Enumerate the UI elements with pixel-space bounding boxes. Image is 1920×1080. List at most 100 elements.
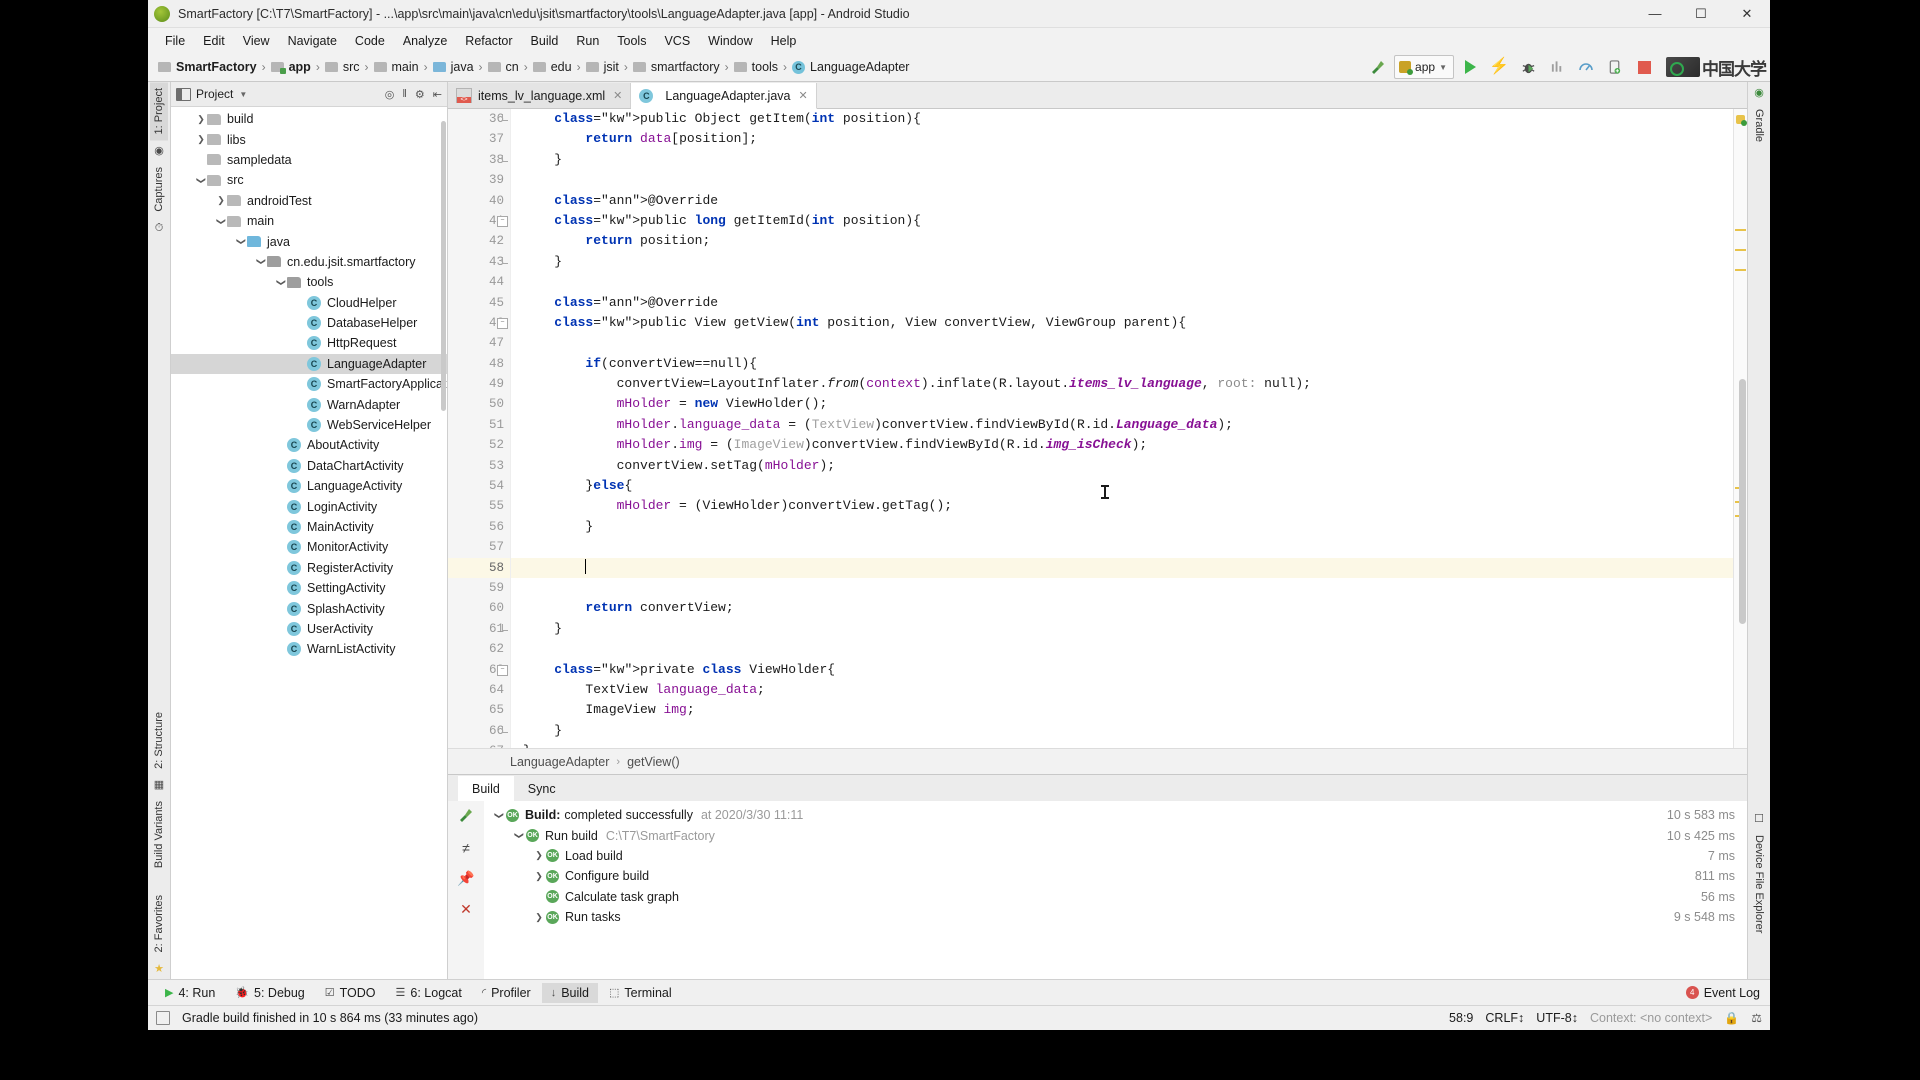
menu-item-tools[interactable]: Tools bbox=[608, 31, 655, 51]
tree-item[interactable]: androidTest bbox=[171, 191, 447, 211]
run-configuration-selector[interactable]: app ▼ bbox=[1394, 55, 1454, 79]
sidebar-item-gradle[interactable]: Gradle bbox=[1750, 103, 1768, 148]
breadcrumb-item-java[interactable]: java bbox=[432, 60, 474, 74]
tree-item[interactable]: C MainActivity bbox=[171, 517, 447, 537]
build-output-row[interactable]: OK Run tasks 9 s 548 ms bbox=[484, 907, 1747, 927]
stop-icon[interactable] bbox=[1631, 56, 1657, 78]
tree-item[interactable]: C DatabaseHelper bbox=[171, 313, 447, 333]
close-icon[interactable]: ✕ bbox=[460, 901, 472, 918]
tree-item[interactable]: C CloudHelper bbox=[171, 293, 447, 313]
tree-item[interactable]: C RegisterActivity bbox=[171, 558, 447, 578]
event-log-button[interactable]: 4 Event Log bbox=[1685, 986, 1770, 1000]
menu-item-analyze[interactable]: Analyze bbox=[394, 31, 456, 51]
tool-window-button-terminal[interactable]: ⬚ Terminal bbox=[600, 983, 681, 1003]
hammer-icon[interactable] bbox=[1365, 56, 1391, 78]
hide-icon[interactable]: ⇤ bbox=[433, 88, 442, 101]
menu-item-vcs[interactable]: VCS bbox=[655, 31, 699, 51]
target-icon[interactable]: ◎ bbox=[385, 88, 395, 101]
line-number-gutter[interactable]: 3637383940414243444546474849505152535455… bbox=[448, 109, 530, 748]
breadcrumb-item-languageadapter[interactable]: C LanguageAdapter bbox=[792, 60, 909, 74]
code-text-area[interactable]: class="kw">public Object getItem(int pos… bbox=[511, 109, 1733, 748]
tool-window-button-todo[interactable]: ☑ TODO bbox=[316, 983, 385, 1003]
inspector-icon[interactable]: ⚖ bbox=[1751, 1011, 1762, 1025]
fold-marker-start[interactable]: − bbox=[497, 318, 508, 329]
tree-item[interactable]: C SmartFactoryApplicatio bbox=[171, 374, 447, 394]
breadcrumb-item-smartfactory[interactable]: smartfactory bbox=[632, 60, 720, 74]
tree-item[interactable]: C UserActivity bbox=[171, 619, 447, 639]
tree-item[interactable]: src bbox=[171, 170, 447, 190]
profiler-icon[interactable] bbox=[1573, 56, 1599, 78]
menu-item-file[interactable]: File bbox=[156, 31, 194, 51]
tree-item[interactable]: tools bbox=[171, 272, 447, 292]
tool-window-button-logcat[interactable]: ☰ 6: Logcat bbox=[387, 983, 471, 1003]
editor-tab-xml[interactable]: items_lv_language.xml ✕ bbox=[448, 83, 632, 108]
breadcrumb-item-smartfactory[interactable]: SmartFactory bbox=[158, 60, 257, 74]
chevron-down-icon[interactable] bbox=[492, 810, 506, 821]
menu-item-refactor[interactable]: Refactor bbox=[456, 31, 521, 51]
pin-icon[interactable]: 📌 bbox=[457, 870, 474, 887]
editor-breadcrumb-item[interactable]: getView() bbox=[627, 755, 680, 769]
tool-window-button-debug[interactable]: 🐞 5: Debug bbox=[226, 983, 313, 1003]
sidebar-item-device-file-explorer[interactable]: Device File Explorer bbox=[1750, 829, 1768, 939]
breadcrumb-item-jsit[interactable]: jsit bbox=[585, 60, 619, 74]
build-output-row[interactable]: OK Build:completed successfully at 2020/3/… bbox=[484, 805, 1747, 825]
chevron-down-icon[interactable] bbox=[235, 236, 247, 247]
profiler-bars-icon[interactable] bbox=[1544, 56, 1570, 78]
menu-item-view[interactable]: View bbox=[234, 31, 279, 51]
build-output-tree[interactable]: OK Build:completed successfully at 2020/3/… bbox=[484, 801, 1747, 979]
hammer-icon[interactable] bbox=[458, 807, 474, 826]
project-scrollbar[interactable] bbox=[441, 121, 446, 411]
menu-item-edit[interactable]: Edit bbox=[194, 31, 234, 51]
chevron-down-icon[interactable] bbox=[255, 256, 267, 267]
fold-marker-end[interactable] bbox=[502, 726, 508, 733]
tree-item[interactable]: C SettingActivity bbox=[171, 578, 447, 598]
device-manager-icon[interactable] bbox=[1602, 56, 1628, 78]
collapse-all-icon[interactable]: ‖ bbox=[402, 88, 407, 100]
tree-item[interactable]: C DataChartActivity bbox=[171, 456, 447, 476]
tree-item[interactable]: cn.edu.jsit.smartfactory bbox=[171, 252, 447, 272]
chevron-down-icon[interactable]: ▼ bbox=[239, 90, 247, 99]
close-tab-icon[interactable]: ✕ bbox=[799, 89, 808, 102]
gear-icon[interactable]: ⚙ bbox=[415, 88, 425, 101]
fold-marker-end[interactable] bbox=[502, 154, 508, 162]
tree-item[interactable]: C MonitorActivity bbox=[171, 537, 447, 557]
close-button[interactable]: ✕ bbox=[1724, 0, 1770, 27]
breadcrumb-item-tools[interactable]: tools bbox=[733, 60, 778, 74]
fold-marker-end[interactable] bbox=[502, 256, 508, 264]
chevron-right-icon[interactable] bbox=[215, 195, 227, 206]
context-label[interactable]: Context: <no context> bbox=[1590, 1011, 1712, 1025]
sidebar-item-build-variants[interactable]: Build Variants bbox=[150, 795, 168, 874]
tree-item[interactable]: main bbox=[171, 211, 447, 231]
tool-window-button-run[interactable]: ▶ 4: Run bbox=[156, 983, 224, 1003]
breadcrumb-item-cn[interactable]: cn bbox=[487, 60, 519, 74]
breadcrumb-item-src[interactable]: src bbox=[324, 60, 360, 74]
sidebar-item-structure[interactable]: 2: Structure bbox=[150, 706, 168, 775]
tree-item[interactable]: build bbox=[171, 109, 447, 129]
tree-item[interactable]: sampledata bbox=[171, 150, 447, 170]
sidebar-item-favorites[interactable]: 2: Favorites bbox=[150, 889, 168, 958]
close-tab-icon[interactable]: ✕ bbox=[613, 89, 622, 102]
lock-icon[interactable]: 🔒 bbox=[1724, 1011, 1739, 1025]
sidebar-item-project[interactable]: 1: Project bbox=[150, 82, 168, 141]
chevron-down-icon[interactable] bbox=[275, 277, 287, 288]
editor-breadcrumb-item[interactable]: LanguageAdapter bbox=[510, 755, 609, 769]
caret-position[interactable]: 58:9 bbox=[1449, 1011, 1473, 1025]
chevron-right-icon[interactable] bbox=[195, 114, 207, 125]
lightning-icon[interactable]: ⚡ bbox=[1486, 56, 1512, 78]
tree-item[interactable]: C LoginActivity bbox=[171, 496, 447, 516]
project-tree[interactable]: build libs sampledata srcandroidTest main jav… bbox=[171, 107, 447, 979]
fold-marker-end[interactable] bbox=[502, 624, 508, 631]
chevron-down-icon[interactable] bbox=[215, 216, 227, 227]
menu-item-run[interactable]: Run bbox=[567, 31, 608, 51]
minimize-button[interactable]: — bbox=[1632, 0, 1678, 27]
build-panel-tab-sync[interactable]: Sync bbox=[514, 776, 570, 801]
build-output-row[interactable]: OK Run build C:\T7\SmartFactory 10 s 425 ms bbox=[484, 825, 1747, 845]
chevron-down-icon[interactable] bbox=[195, 175, 207, 186]
line-separator[interactable]: CRLF↕ bbox=[1485, 1011, 1524, 1025]
sidebar-item-captures[interactable]: Captures bbox=[150, 161, 168, 218]
chevron-right-icon[interactable] bbox=[532, 871, 546, 882]
menu-item-build[interactable]: Build bbox=[522, 31, 568, 51]
fold-marker-start[interactable]: − bbox=[497, 216, 508, 227]
build-output-row[interactable]: OK Configure build 811 ms bbox=[484, 866, 1747, 886]
maximize-button[interactable]: ☐ bbox=[1678, 0, 1724, 27]
